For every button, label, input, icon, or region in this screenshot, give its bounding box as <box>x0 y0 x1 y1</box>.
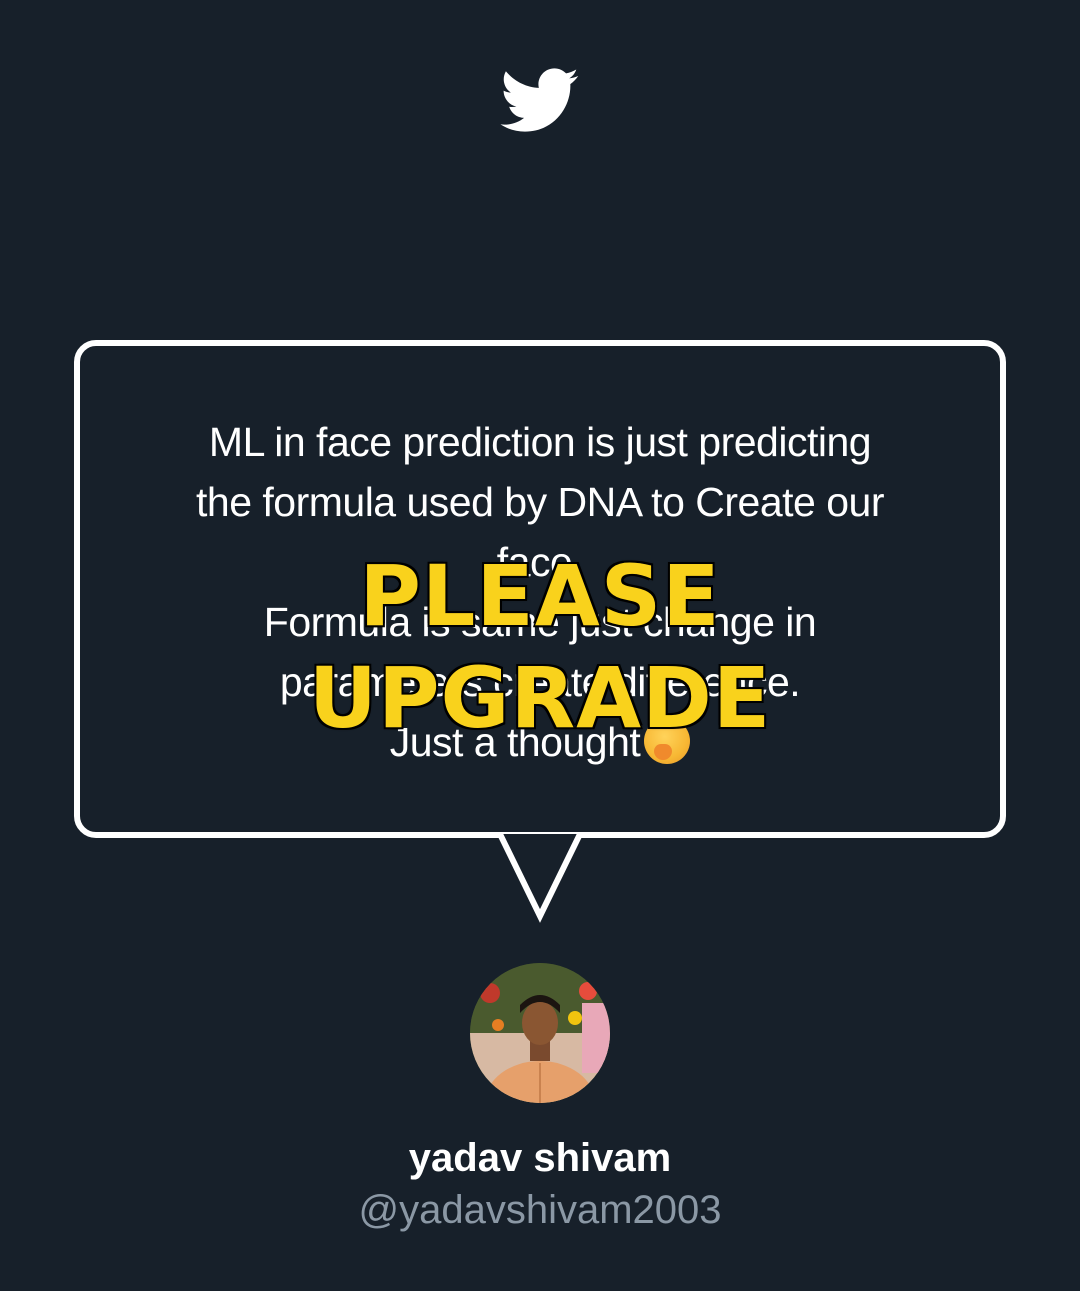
watermark-line-2: UPGRADE <box>307 648 772 749</box>
profile-photo-icon <box>470 963 610 1103</box>
author-handle[interactable]: @yadavshivam2003 <box>0 1182 1080 1238</box>
tweet-line: ML in face prediction is just predicting <box>208 419 872 465</box>
watermark-line-1: PLEASE <box>358 546 721 647</box>
tweet-line: the formula used by DNA to Create our <box>196 479 884 525</box>
author-name[interactable]: yadav shivam <box>0 1130 1080 1186</box>
upgrade-watermark: PLEASE UPGRADE <box>240 545 840 749</box>
avatar[interactable] <box>470 963 610 1103</box>
twitter-bird-icon <box>500 68 579 132</box>
speech-bubble-tail <box>497 834 583 923</box>
